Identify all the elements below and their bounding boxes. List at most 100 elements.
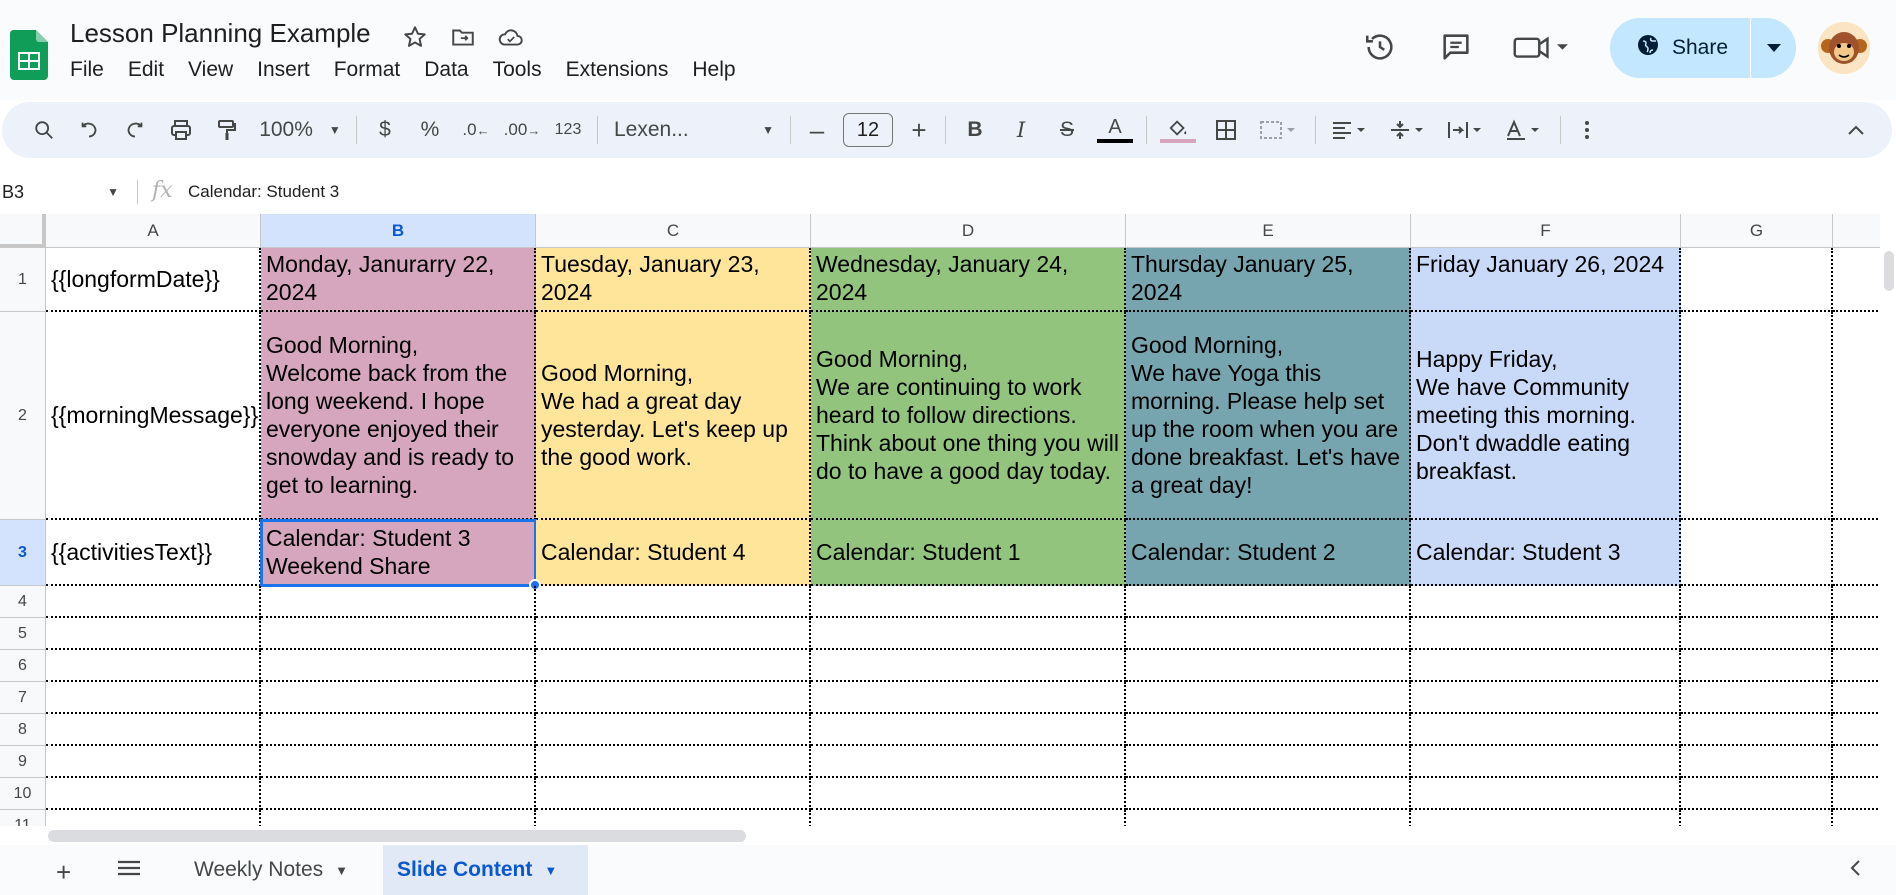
cell-d7[interactable]	[811, 682, 1126, 714]
collapse-toolbar-icon[interactable]	[1836, 110, 1876, 150]
cell-c1[interactable]: Tuesday, January 23, 2024	[536, 248, 811, 312]
cell-h9[interactable]	[1833, 746, 1880, 778]
redo-icon[interactable]	[112, 110, 158, 150]
avatar[interactable]	[1818, 22, 1870, 74]
cell-b9[interactable]	[261, 746, 536, 778]
cell-e7[interactable]	[1126, 682, 1411, 714]
cell-d5[interactable]	[811, 618, 1126, 650]
cell-e1[interactable]: Thursday January 25, 2024	[1126, 248, 1411, 312]
column-header-c[interactable]: C	[536, 214, 811, 248]
menu-insert[interactable]: Insert	[257, 58, 322, 82]
cell-e5[interactable]	[1126, 618, 1411, 650]
increase-font-size-button[interactable]: +	[899, 110, 939, 150]
decrease-font-size-button[interactable]: –	[797, 110, 837, 150]
sheet-tab-weekly-notes[interactable]: Weekly Notes ▼	[180, 845, 362, 895]
cell-c6[interactable]	[536, 650, 811, 682]
cell-a1[interactable]: {{longformDate}}	[46, 248, 261, 312]
merge-cells-icon[interactable]	[1249, 110, 1309, 150]
horizontal-scroll-thumb[interactable]	[48, 830, 746, 842]
cell-b8[interactable]	[261, 714, 536, 746]
column-header-g[interactable]: G	[1681, 214, 1833, 248]
undo-icon[interactable]	[66, 110, 112, 150]
column-header-e[interactable]: E	[1126, 214, 1411, 248]
cell-h10[interactable]	[1833, 778, 1880, 810]
cell-d3[interactable]: Calendar: Student 1	[811, 520, 1126, 586]
cell-a10[interactable]	[46, 778, 261, 810]
name-box[interactable]: B3 ▼	[0, 174, 125, 210]
formula-input[interactable]: Calendar: Student 3	[188, 182, 339, 202]
bold-button[interactable]: B	[952, 110, 998, 150]
text-color-button[interactable]: A	[1090, 110, 1140, 150]
cell-e2[interactable]: Good Morning, We have Yoga this morning.…	[1126, 312, 1411, 520]
text-rotation-icon[interactable]	[1496, 110, 1554, 150]
cell-g7[interactable]	[1681, 682, 1833, 714]
column-header-h[interactable]	[1833, 214, 1880, 248]
horizontal-align-icon[interactable]	[1322, 110, 1380, 150]
cell-c4[interactable]	[536, 586, 811, 618]
column-header-a[interactable]: A	[46, 214, 261, 248]
cell-b3[interactable]: Calendar: Student 3 Weekend Share	[260, 519, 537, 587]
increase-decimal-button[interactable]: .00 →	[499, 110, 545, 150]
cell-b1[interactable]: Monday, Janurarry 22, 2024	[261, 248, 536, 312]
cell-g9[interactable]	[1681, 746, 1833, 778]
search-menus-icon[interactable]	[22, 110, 66, 150]
menu-edit[interactable]: Edit	[128, 58, 176, 82]
meet-camera-icon[interactable]	[1510, 25, 1574, 69]
menu-help[interactable]: Help	[692, 58, 747, 82]
currency-format-button[interactable]: $	[363, 110, 407, 150]
cell-e11[interactable]	[1126, 810, 1411, 826]
cell-g5[interactable]	[1681, 618, 1833, 650]
row-header-8[interactable]: 8	[0, 714, 46, 746]
vertical-scroll-thumb[interactable]	[1884, 251, 1894, 291]
select-all-corner[interactable]	[0, 214, 46, 248]
cell-e8[interactable]	[1126, 714, 1411, 746]
cell-f4[interactable]	[1411, 586, 1681, 618]
cell-f11[interactable]	[1411, 810, 1681, 826]
cell-c9[interactable]	[536, 746, 811, 778]
cell-a6[interactable]	[46, 650, 261, 682]
cell-e9[interactable]	[1126, 746, 1411, 778]
italic-button[interactable]: I	[998, 110, 1044, 150]
cell-d9[interactable]	[811, 746, 1126, 778]
column-header-f[interactable]: F	[1411, 214, 1681, 248]
cell-h2[interactable]	[1833, 312, 1880, 520]
borders-icon[interactable]	[1203, 110, 1249, 150]
cell-f10[interactable]	[1411, 778, 1681, 810]
cell-d10[interactable]	[811, 778, 1126, 810]
cell-b10[interactable]	[261, 778, 536, 810]
cloud-saved-icon[interactable]	[496, 22, 526, 52]
cell-b4[interactable]	[261, 586, 536, 618]
cell-c2[interactable]: Good Morning, We had a great day yesterd…	[536, 312, 811, 520]
cell-b5[interactable]	[261, 618, 536, 650]
cell-c8[interactable]	[536, 714, 811, 746]
cell-g10[interactable]	[1681, 778, 1833, 810]
cell-h11[interactable]	[1833, 810, 1880, 826]
row-header-4[interactable]: 4	[0, 586, 46, 618]
cell-g8[interactable]	[1681, 714, 1833, 746]
row-header-5[interactable]: 5	[0, 618, 46, 650]
row-header-7[interactable]: 7	[0, 682, 46, 714]
horizontal-scrollbar[interactable]	[0, 826, 1880, 844]
cell-e3[interactable]: Calendar: Student 2	[1126, 520, 1411, 586]
cell-g2[interactable]	[1681, 312, 1833, 520]
cell-f3[interactable]: Calendar: Student 3	[1411, 520, 1681, 586]
column-header-d[interactable]: D	[811, 214, 1126, 248]
menu-extensions[interactable]: Extensions	[566, 58, 681, 82]
cell-b11[interactable]	[261, 810, 536, 826]
cell-d11[interactable]	[811, 810, 1126, 826]
print-icon[interactable]	[158, 110, 204, 150]
decrease-decimal-button[interactable]: .0 ←	[453, 110, 499, 150]
collapse-side-panel-icon[interactable]	[1848, 857, 1862, 884]
cell-g1[interactable]	[1681, 248, 1833, 312]
share-dropdown-icon[interactable]	[1751, 44, 1796, 52]
cell-f8[interactable]	[1411, 714, 1681, 746]
cell-f1[interactable]: Friday January 26, 2024	[1411, 248, 1681, 312]
cell-a11[interactable]	[46, 810, 261, 826]
cell-e6[interactable]	[1126, 650, 1411, 682]
cell-a7[interactable]	[46, 682, 261, 714]
cell-c5[interactable]	[536, 618, 811, 650]
cell-d4[interactable]	[811, 586, 1126, 618]
move-folder-icon[interactable]	[448, 22, 478, 52]
chevron-down-icon[interactable]: ▼	[335, 863, 348, 878]
cell-a8[interactable]	[46, 714, 261, 746]
